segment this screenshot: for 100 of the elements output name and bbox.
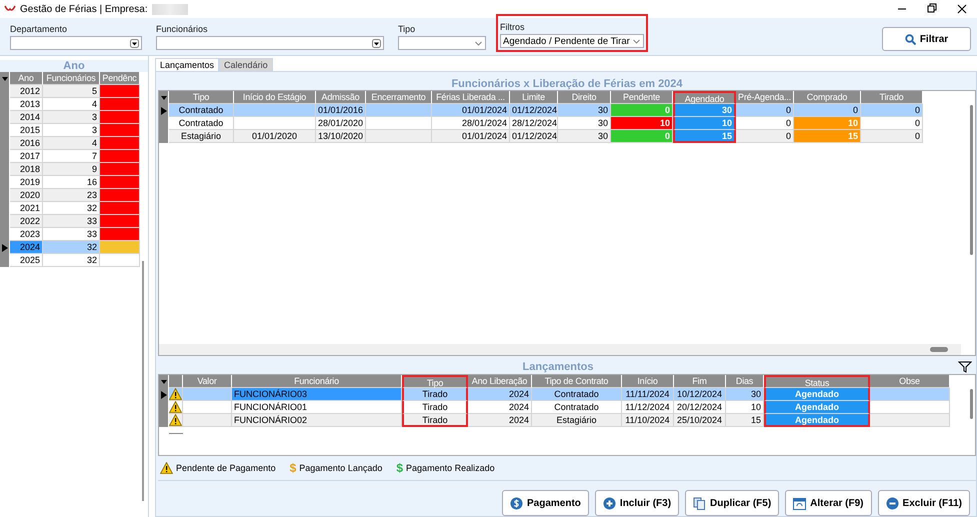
panel-title: Ano [0,60,148,72]
table-cell: 0 [611,104,673,117]
table-cell [366,130,432,143]
table-cell [366,104,432,117]
row-pointer-icon [2,244,8,252]
field-label: Tipo [398,24,416,34]
table-cell: Estagiário [532,414,622,427]
column-header[interactable]: Funcionários [43,72,100,85]
table-cell: 15 [794,130,861,143]
table-cell: 4 [43,137,100,150]
table-cell: 11/11/2024 [622,388,674,401]
table-cell: 30 [558,130,611,143]
legend-label: Pendente de Pagamento [176,463,276,473]
column-header[interactable]: Funcionário [232,375,402,388]
table-cell: 01/01/2024 [432,104,510,117]
dropdown-icon[interactable] [160,94,166,102]
table-cell: 0 [736,130,794,143]
column-header[interactable]: Encerramento [366,91,432,104]
splitter-handle[interactable] [169,433,183,434]
table-cell: 13/10/2020 [316,130,366,143]
column-header[interactable]: Obse [870,375,950,388]
copy-icon [693,496,706,510]
table-cell: 2024 [468,414,532,427]
tab[interactable]: Lançamentos [155,58,220,71]
column-header[interactable]: Tipo [402,375,468,388]
table-cell: FUNCIONÁRIO02 [232,414,402,427]
table-cell: 0 [794,104,861,117]
table-cell: FUNCIONÁRIO03 [232,388,402,401]
row-header[interactable] [159,375,169,388]
table-cell: 30 [673,104,736,117]
row-header[interactable] [159,91,169,104]
row-header[interactable] [0,72,10,85]
scrollbar-thumb[interactable] [930,347,948,352]
table-cell: 23 [43,189,100,202]
column-header[interactable]: Ano [10,72,43,85]
action-button[interactable]: Excluir (F11) [878,490,970,516]
column-header[interactable]: Direito [558,91,611,104]
dropdown-field[interactable] [398,36,486,50]
tab[interactable]: Calendário [219,58,273,71]
redacted-block [152,4,188,14]
table-cell: Contratado [169,104,234,117]
table-cell: 2012 [10,85,43,98]
dropdown-field[interactable] [156,36,384,50]
table-cell: 11/10/2024 [622,414,674,427]
column-header[interactable]: Férias Liberada ... [432,91,510,104]
dropdown-field[interactable]: Agendado / Pendente de Tirar [500,34,644,48]
dropdown-icon[interactable] [160,378,166,386]
action-button[interactable]: Pagamento [502,490,589,516]
chevron-down-icon[interactable] [632,36,641,46]
column-header[interactable]: Pré-Agenda... [736,91,794,104]
column-header[interactable]: Fim [674,375,726,388]
table-cell: Agendado [764,401,870,414]
column-header[interactable]: Comprado [794,91,861,104]
column-header[interactable]: Pendente [611,91,673,104]
scrollbar[interactable] [970,105,973,255]
column-header[interactable]: Tipo [169,91,234,104]
scrollbar[interactable] [970,389,973,419]
table-cell: Tirado [402,388,468,401]
table-cell: 2016 [10,137,43,150]
action-button[interactable]: Duplicar (F5) [685,490,780,516]
column-header[interactable]: Limite [510,91,558,104]
table-cell: 5 [43,85,100,98]
column-header[interactable]: Agendado [673,91,736,104]
dollar-icon: $ [290,461,296,475]
table-cell: 10/12/2024 [674,388,726,401]
dropdown-field[interactable] [10,36,142,50]
table-cell: 10 [794,117,861,130]
chevron-down-icon[interactable] [474,38,483,48]
action-button[interactable]: Alterar (F9) [785,490,872,516]
dropdown-icon[interactable] [130,38,139,48]
table-cell: Estagiário [169,130,234,143]
dropdown-icon[interactable] [2,74,8,82]
column-header[interactable]: Admissão [316,91,366,104]
table-cell: Agendado [764,388,870,401]
scrollbar[interactable] [142,261,144,501]
table-cell: 2022 [10,215,43,228]
table-cell: 01/01/2020 [234,130,316,143]
column-header[interactable]: Valor [183,375,232,388]
table-cell: 2014 [10,111,43,124]
column-header[interactable]: Status [764,375,870,388]
column-header[interactable]: Ano Liberação [468,375,532,388]
dropdown-icon[interactable] [372,38,381,48]
minus-icon [886,496,899,510]
column-header[interactable]: Início [622,375,674,388]
table-cell: 10 [611,117,673,130]
window-title: Gestão de Férias | Empresa: [20,4,148,14]
table-cell: 33 [43,215,100,228]
coin-icon [510,496,524,510]
table-cell: 32 [43,254,100,267]
column-header[interactable]: Dias [726,375,764,388]
column-header[interactable]: Tirado [861,91,923,104]
filter-icon[interactable] [958,361,972,373]
action-button[interactable]: Incluir (F3) [594,490,680,516]
column-header[interactable]: Início do Estágio [234,91,316,104]
scrollbar[interactable] [159,344,961,355]
filter-button[interactable]: Filtrar [882,27,971,51]
column-header[interactable]: Pendênc [100,72,140,85]
field-label: Funcionários [156,24,209,34]
table-cell: 15 [673,130,736,143]
column-header[interactable]: Tipo de Contrato [532,375,622,388]
